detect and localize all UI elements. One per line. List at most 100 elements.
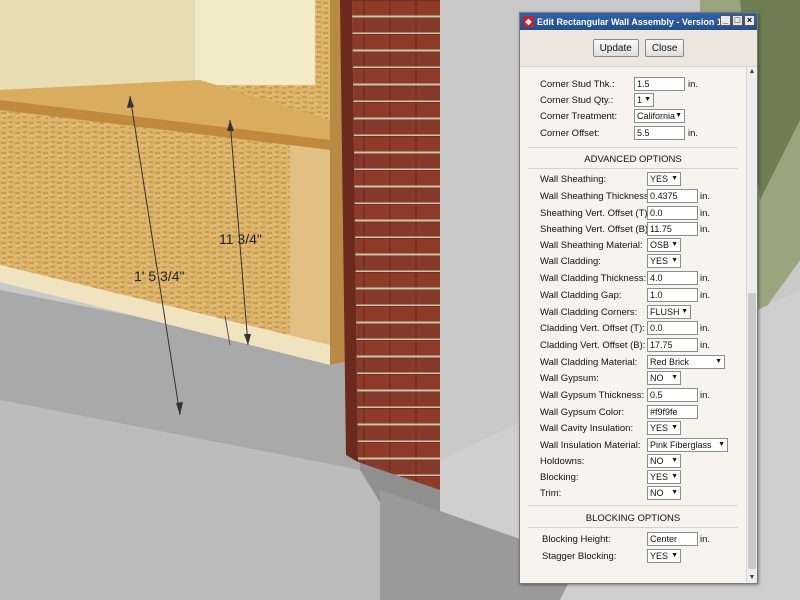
insulation-material-select[interactable]: Pink Fiberglass ▼ <box>647 438 728 452</box>
divider <box>528 505 738 506</box>
chevron-down-icon: ▼ <box>644 96 651 103</box>
unit-label: in. <box>700 273 711 284</box>
stagger-blocking-select[interactable]: YES ▼ <box>647 549 681 563</box>
advanced-options-heading: ADVANCED OPTIONS <box>584 154 682 165</box>
gypsum-select[interactable]: NO ▼ <box>647 371 681 385</box>
unit-label: in. <box>700 208 711 219</box>
update-button[interactable]: Update <box>592 39 639 57</box>
unit-label: in. <box>700 191 711 202</box>
corner-stud-qty-label: Corner Stud Qty.: <box>540 95 614 106</box>
blocking-label: Blocking: <box>540 472 579 483</box>
cladding-gap-input[interactable]: 1.0 <box>647 288 698 302</box>
corner-treatment-select[interactable]: California ▼ <box>634 109 685 123</box>
gypsum-color-label: Wall Gypsum Color: <box>540 407 625 418</box>
corner-offset-input[interactable]: 5.5 <box>634 126 685 140</box>
holdowns-label: Holdowns: <box>540 456 585 467</box>
blocking-height-label: Blocking Height: <box>542 534 611 545</box>
cavity-insulation-label: Wall Cavity Insulation: <box>540 423 634 434</box>
dimension-long-label: 1' 5 3/4" <box>134 268 184 284</box>
wall-sheathing-label: Wall Sheathing: <box>540 174 607 185</box>
sheathing-offset-b-label: Sheathing Vert. Offset (B): <box>540 224 651 235</box>
chevron-down-icon: ▼ <box>718 441 725 448</box>
sheathing-offset-t-label: Sheathing Vert. Offset (T): <box>540 208 651 219</box>
scroll-up-icon[interactable]: ▲ <box>747 67 757 77</box>
chevron-down-icon: ▼ <box>671 489 678 496</box>
chevron-down-icon: ▼ <box>671 552 678 559</box>
app-icon: ◆ <box>523 16 534 27</box>
unit-label: in. <box>700 534 711 545</box>
divider <box>528 527 738 528</box>
cladding-select[interactable]: YES ▼ <box>647 254 681 268</box>
gypsum-color-input[interactable]: #f9f9fe <box>647 405 698 419</box>
unit-label: in. <box>700 290 711 301</box>
sheathing-material-select[interactable]: OSB ▼ <box>647 238 681 252</box>
cavity-insulation-select[interactable]: YES ▼ <box>647 421 681 435</box>
blocking-select[interactable]: YES ▼ <box>647 470 681 484</box>
unit-label: in. <box>700 224 711 235</box>
chevron-down-icon: ▼ <box>671 374 678 381</box>
scroll-down-icon[interactable]: ▼ <box>747 573 757 583</box>
corner-stud-thk-input[interactable]: 1.5 <box>634 77 685 91</box>
sheathing-thickness-input[interactable]: 0.4375 <box>647 189 698 203</box>
chevron-down-icon: ▼ <box>671 424 678 431</box>
holdowns-select[interactable]: NO ▼ <box>647 454 681 468</box>
cladding-thickness-input[interactable]: 4.0 <box>647 271 698 285</box>
close-button[interactable]: Close <box>644 39 685 57</box>
unit-label: in. <box>700 390 711 401</box>
divider <box>528 147 738 148</box>
trim-label: Trim: <box>540 488 562 499</box>
trim-select[interactable]: NO ▼ <box>647 486 681 500</box>
cladding-thickness-label: Wall Cladding Thickness: <box>540 273 647 284</box>
blocking-height-input[interactable]: Center <box>647 532 698 546</box>
dialog-toolbar: Update Close <box>520 30 757 67</box>
sheathing-thickness-label: Wall Sheathing Thickness: <box>540 191 652 202</box>
chevron-down-icon: ▼ <box>671 257 678 264</box>
stagger-blocking-label: Stagger Blocking: <box>542 551 617 562</box>
dialog-scrollbar[interactable]: ▲ ▼ <box>746 67 757 583</box>
corner-stud-qty-select[interactable]: 1 ▼ <box>634 93 654 107</box>
sheathing-offset-t-input[interactable]: 0.0 <box>647 206 698 220</box>
sheathing-offset-b-input[interactable]: 11.75 <box>647 222 698 236</box>
cladding-corners-label: Wall Cladding Corners: <box>540 307 638 318</box>
gypsum-thickness-label: Wall Gypsum Thickness: <box>540 390 644 401</box>
unit-label: in. <box>688 79 699 90</box>
close-icon[interactable]: × <box>744 15 755 26</box>
cladding-corners-select[interactable]: FLUSH ▼ <box>647 305 691 319</box>
blocking-options-heading: BLOCKING OPTIONS <box>585 513 681 524</box>
cladding-material-label: Wall Cladding Material: <box>540 357 638 368</box>
dialog-title: Edit Rectangular Wall Assembly - Version… <box>537 16 720 27</box>
chevron-down-icon: ▼ <box>681 308 688 315</box>
corner-stud-thk-label: Corner Stud Thk.: <box>540 79 615 90</box>
wall-sheathing-select[interactable]: YES ▼ <box>647 172 681 186</box>
gypsum-thickness-input[interactable]: 0.5 <box>647 388 698 402</box>
edit-wall-dialog: ◆ Edit Rectangular Wall Assembly - Versi… <box>519 12 758 584</box>
chevron-down-icon: ▼ <box>671 241 678 248</box>
chevron-down-icon: ▼ <box>671 175 678 182</box>
unit-label: in. <box>700 323 711 334</box>
insulation-material-label: Wall Insulation Material: <box>540 440 641 451</box>
chevron-down-icon: ▼ <box>671 457 678 464</box>
maximize-icon[interactable]: □ <box>732 15 743 26</box>
chevron-down-icon: ▼ <box>671 473 678 480</box>
minimize-icon[interactable]: _ <box>720 15 731 26</box>
gypsum-label: Wall Gypsum: <box>540 373 599 384</box>
cladding-gap-label: Wall Cladding Gap: <box>540 290 622 301</box>
divider <box>528 168 738 169</box>
cladding-offset-b-label: Cladding Vert. Offset (B): <box>540 340 646 351</box>
cladding-offset-t-label: Cladding Vert. Offset (T): <box>540 323 645 334</box>
cladding-offset-t-input[interactable]: 0.0 <box>647 321 698 335</box>
dialog-content[interactable]: Corner Stud Thk.: 1.5 in. Corner Stud Qt… <box>520 67 746 583</box>
cladding-material-select[interactable]: Red Brick ▼ <box>647 355 725 369</box>
cladding-offset-b-input[interactable]: 17.75 <box>647 338 698 352</box>
unit-label: in. <box>700 340 711 351</box>
scrollbar-thumb[interactable] <box>748 293 756 569</box>
dimension-short-label: 11 3/4" <box>219 231 262 247</box>
unit-label: in. <box>688 128 699 139</box>
dialog-titlebar[interactable]: ◆ Edit Rectangular Wall Assembly - Versi… <box>520 13 757 30</box>
corner-treatment-label: Corner Treatment: <box>540 111 618 122</box>
sheathing-material-label: Wall Sheathing Material: <box>540 240 643 251</box>
chevron-down-icon: ▼ <box>715 358 722 365</box>
cladding-label: Wall Cladding: <box>540 256 601 267</box>
chevron-down-icon: ▼ <box>675 112 682 119</box>
corner-offset-label: Corner Offset: <box>540 128 600 139</box>
